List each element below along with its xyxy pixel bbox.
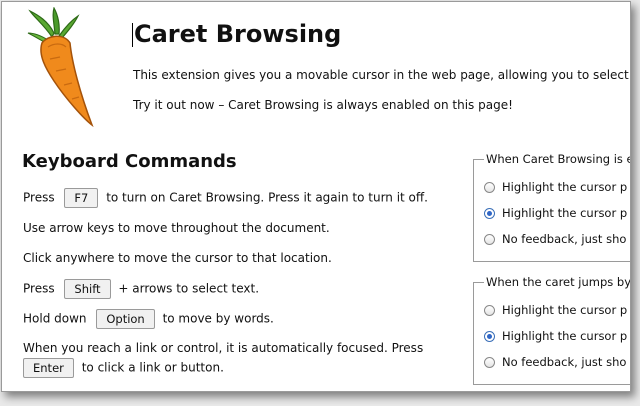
command-text: to move by words. (162, 311, 274, 326)
command-text: to turn on Caret Browsing. Press it agai… (106, 190, 428, 205)
radio-button[interactable] (484, 305, 495, 316)
try-it-text: Try it out now – Caret Browsing is alway… (133, 98, 513, 112)
radio-button[interactable] (484, 182, 495, 193)
command-enter-line2: Enter to click a link or button. (23, 358, 224, 378)
command-text: + arrows to select text. (118, 281, 260, 296)
command-f7: Press F7 to turn on Caret Browsing. Pres… (23, 188, 428, 208)
radio-option-highlight-1[interactable]: Highlight the cursor p (484, 303, 627, 317)
text-caret (132, 23, 133, 47)
key-shift: Shift (64, 279, 111, 299)
radio-option-highlight-1[interactable]: Highlight the cursor p (484, 180, 627, 194)
option-group-caret-jumps: When the caret jumps by Highlight the cu… (473, 275, 630, 385)
command-shift: Press Shift + arrows to select text. (23, 279, 259, 299)
page-title: Caret Browsing (134, 20, 342, 48)
keyboard-commands-heading: Keyboard Commands (22, 151, 237, 172)
extension-options-page: Caret Browsing This extension gives you … (1, 1, 631, 392)
command-enter-line1: When you reach a link or control, it is … (23, 341, 424, 355)
command-text: Hold down (23, 311, 87, 326)
command-text: to click a link or button. (81, 360, 224, 375)
radio-option-highlight-2[interactable]: Highlight the cursor p (484, 329, 627, 343)
option-group-legend: When Caret Browsing is e (484, 152, 630, 166)
radio-option-highlight-2[interactable]: Highlight the cursor p (484, 206, 627, 220)
intro-text: This extension gives you a movable curso… (133, 68, 631, 82)
carrot-logo-icon (27, 7, 94, 128)
key-option: Option (96, 309, 155, 329)
radio-button[interactable] (484, 357, 495, 368)
command-click: Click anywhere to move the cursor to tha… (23, 251, 332, 265)
command-text: Press (23, 281, 55, 296)
command-text: Press (23, 190, 55, 205)
radio-option-no-feedback[interactable]: No feedback, just sho (484, 232, 626, 246)
radio-button-selected[interactable] (484, 208, 495, 219)
command-arrows: Use arrow keys to move throughout the do… (23, 221, 330, 235)
radio-button-selected[interactable] (484, 331, 495, 342)
option-group-legend: When the caret jumps by (484, 275, 630, 289)
option-group-enabled: When Caret Browsing is e Highlight the c… (473, 152, 630, 262)
radio-option-no-feedback[interactable]: No feedback, just sho (484, 355, 626, 369)
key-enter: Enter (23, 358, 74, 378)
radio-button[interactable] (484, 234, 495, 245)
key-f7: F7 (64, 188, 99, 208)
command-option: Hold down Option to move by words. (23, 309, 274, 329)
